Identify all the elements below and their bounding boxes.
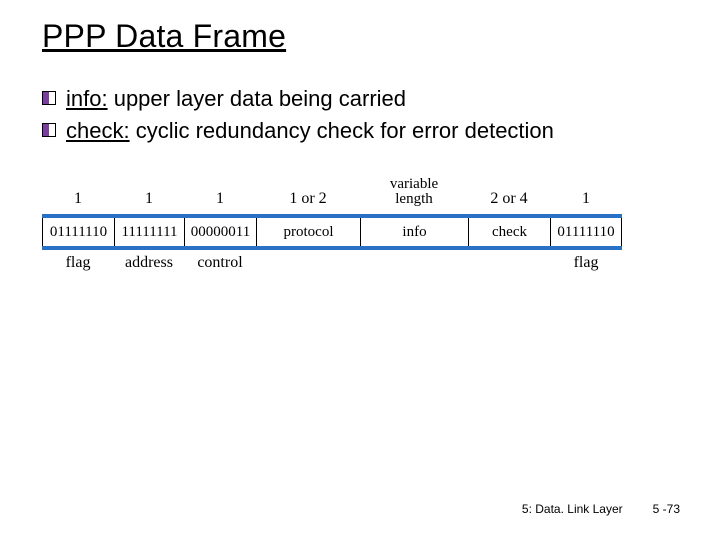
field-label: control bbox=[184, 250, 256, 272]
field-label: address bbox=[114, 250, 184, 272]
size-label: 1 bbox=[184, 174, 256, 212]
bullet-rest: cyclic redundancy check for error detect… bbox=[130, 118, 554, 143]
slide-footer: 5: Data. Link Layer 5 -73 bbox=[522, 502, 680, 516]
field-flag: 01111110 bbox=[42, 218, 114, 246]
bullet-rest: upper layer data being carried bbox=[108, 86, 406, 111]
field-label bbox=[360, 250, 468, 272]
size-label: 1 bbox=[550, 174, 622, 212]
size-label: 1 or 2 bbox=[256, 174, 360, 212]
page-number: 5 -73 bbox=[653, 502, 680, 516]
field-label: flag bbox=[42, 250, 114, 272]
bullet-item: info: upper layer data being carried bbox=[42, 85, 682, 113]
bullet-text: info: upper layer data being carried bbox=[66, 85, 406, 113]
frame-diagram: 1 1 1 1 or 2 variable length 2 or 4 1 01… bbox=[42, 174, 682, 294]
bullet-icon bbox=[42, 123, 56, 137]
bullet-term: info: bbox=[66, 86, 108, 111]
field-check: check bbox=[468, 218, 550, 246]
field-flag: 01111110 bbox=[550, 218, 622, 246]
size-row: 1 1 1 1 or 2 variable length 2 or 4 1 bbox=[42, 174, 622, 212]
field-protocol: protocol bbox=[256, 218, 360, 246]
field-label bbox=[468, 250, 550, 272]
size-label: 1 bbox=[42, 174, 114, 212]
field-label bbox=[256, 250, 360, 272]
bullet-icon bbox=[42, 91, 56, 105]
label-row: flag address control flag bbox=[42, 250, 622, 272]
size-label: 2 or 4 bbox=[468, 174, 550, 212]
size-label-line: length bbox=[395, 191, 433, 207]
box-row: 01111110 11111111 00000011 protocol info… bbox=[42, 214, 622, 250]
chapter-label: 5: Data. Link Layer bbox=[522, 502, 623, 516]
field-control: 00000011 bbox=[184, 218, 256, 246]
bullet-list: info: upper layer data being carried che… bbox=[42, 85, 682, 144]
bullet-item: check: cyclic redundancy check for error… bbox=[42, 117, 682, 145]
field-address: 11111111 bbox=[114, 218, 184, 246]
field-label: flag bbox=[550, 250, 622, 272]
bullet-term: check: bbox=[66, 118, 130, 143]
bullet-text: check: cyclic redundancy check for error… bbox=[66, 117, 554, 145]
slide-title: PPP Data Frame bbox=[42, 18, 682, 55]
field-info: info bbox=[360, 218, 468, 246]
size-label: variable length bbox=[360, 174, 468, 212]
size-label-line: variable bbox=[390, 176, 438, 192]
size-label: 1 bbox=[114, 174, 184, 212]
